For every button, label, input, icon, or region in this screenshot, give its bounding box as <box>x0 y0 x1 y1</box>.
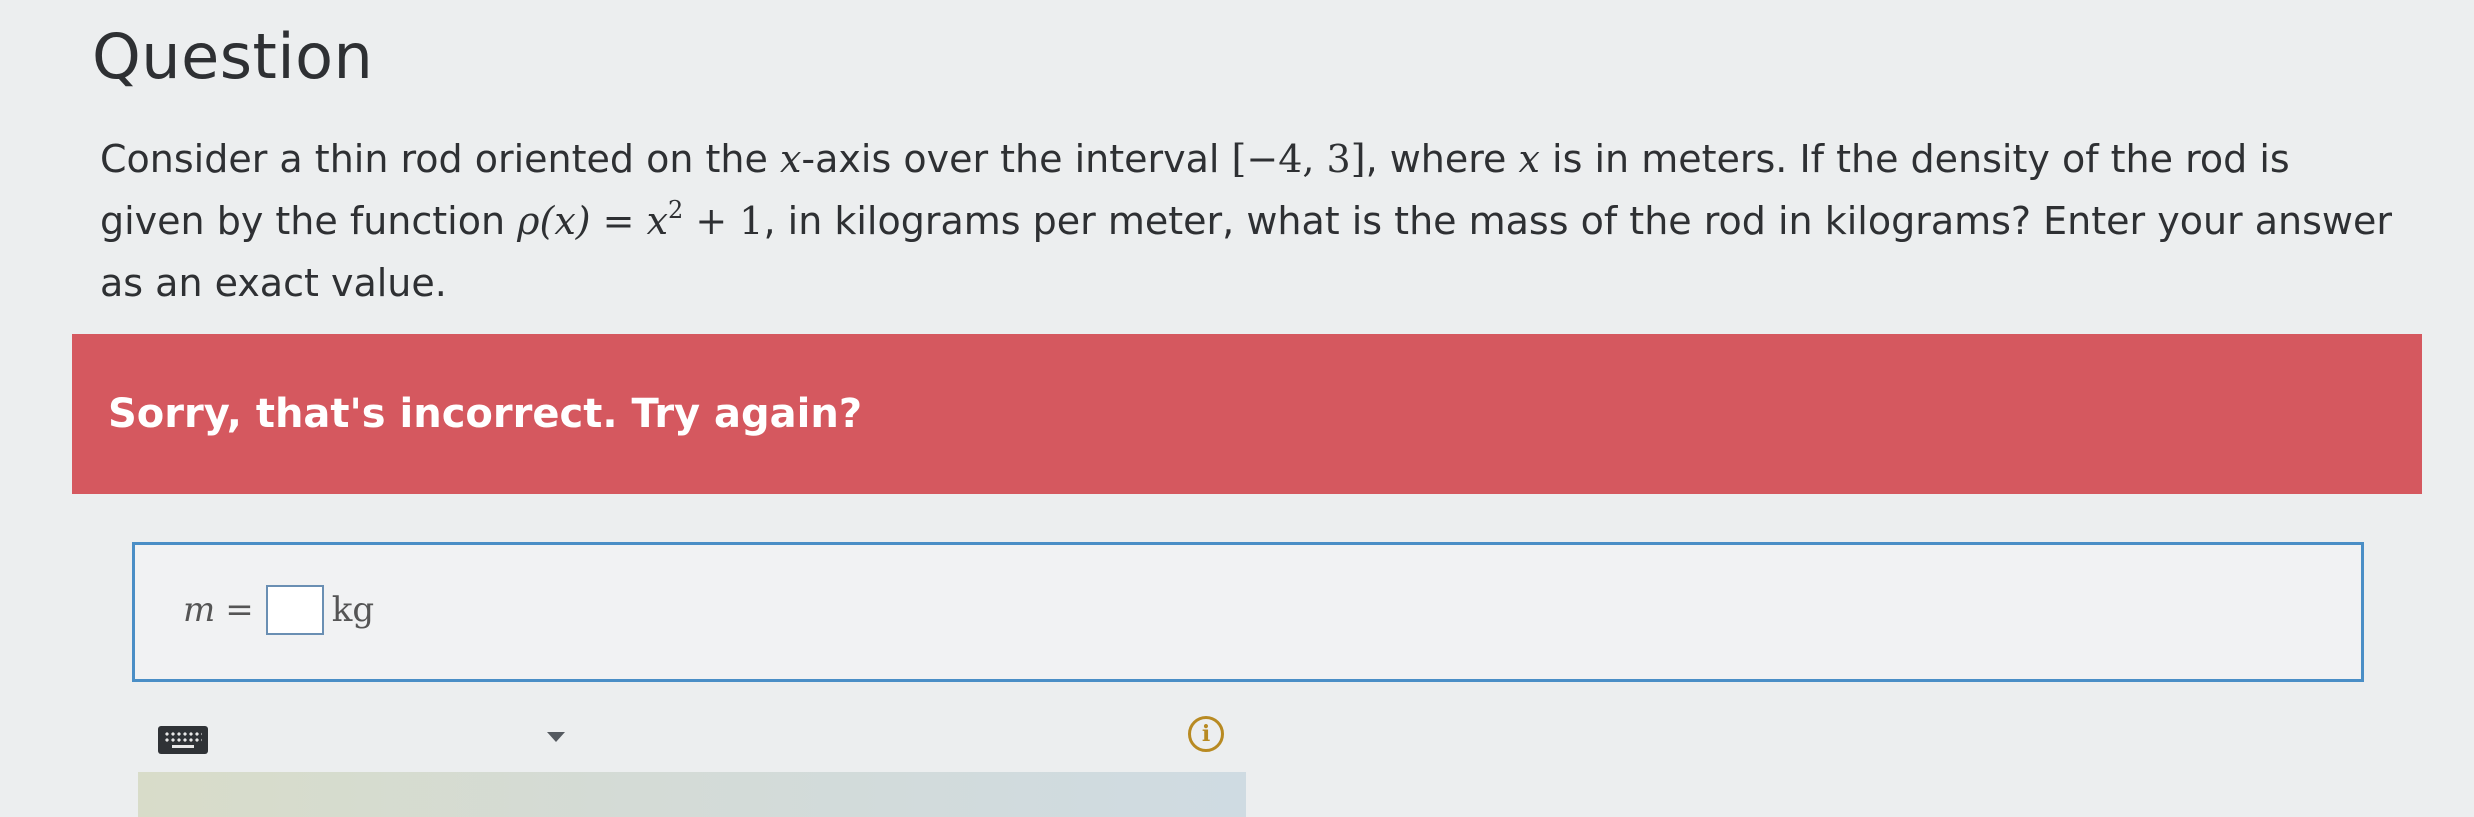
info-icon[interactable]: i <box>1188 716 1224 752</box>
feedback-banner: Sorry, that's incorrect. Try again? <box>72 334 2422 494</box>
answer-box: m = kg <box>132 542 2364 682</box>
feedback-message: Sorry, that's incorrect. Try again? <box>108 391 863 437</box>
question-text-part: , where <box>1365 137 1519 181</box>
toolbar-strip <box>138 772 1246 817</box>
math-function-rhs: + 1 <box>683 199 764 243</box>
math-variable: x <box>779 137 802 181</box>
page-title: Question <box>92 20 374 93</box>
question-text: Consider a thin rod oriented on the x-ax… <box>100 128 2400 314</box>
equals-sign: = <box>225 590 254 630</box>
unit-label: kg <box>331 590 375 630</box>
math-interval: [−4, 3] <box>1231 137 1366 181</box>
answer-input[interactable] <box>265 585 324 635</box>
math-function-lhs: ρ(x) = x <box>517 199 669 243</box>
question-text-part: Consider a thin rod oriented on the <box>100 137 780 181</box>
keyboard-icon[interactable] <box>158 726 208 754</box>
question-text-part: -axis over the interval <box>801 137 1232 181</box>
math-variable: x <box>1518 137 1540 181</box>
chevron-down-icon[interactable] <box>547 732 565 742</box>
answer-variable: m <box>183 590 216 630</box>
math-exponent: 2 <box>668 196 684 224</box>
answer-row: m = kg <box>183 585 374 635</box>
